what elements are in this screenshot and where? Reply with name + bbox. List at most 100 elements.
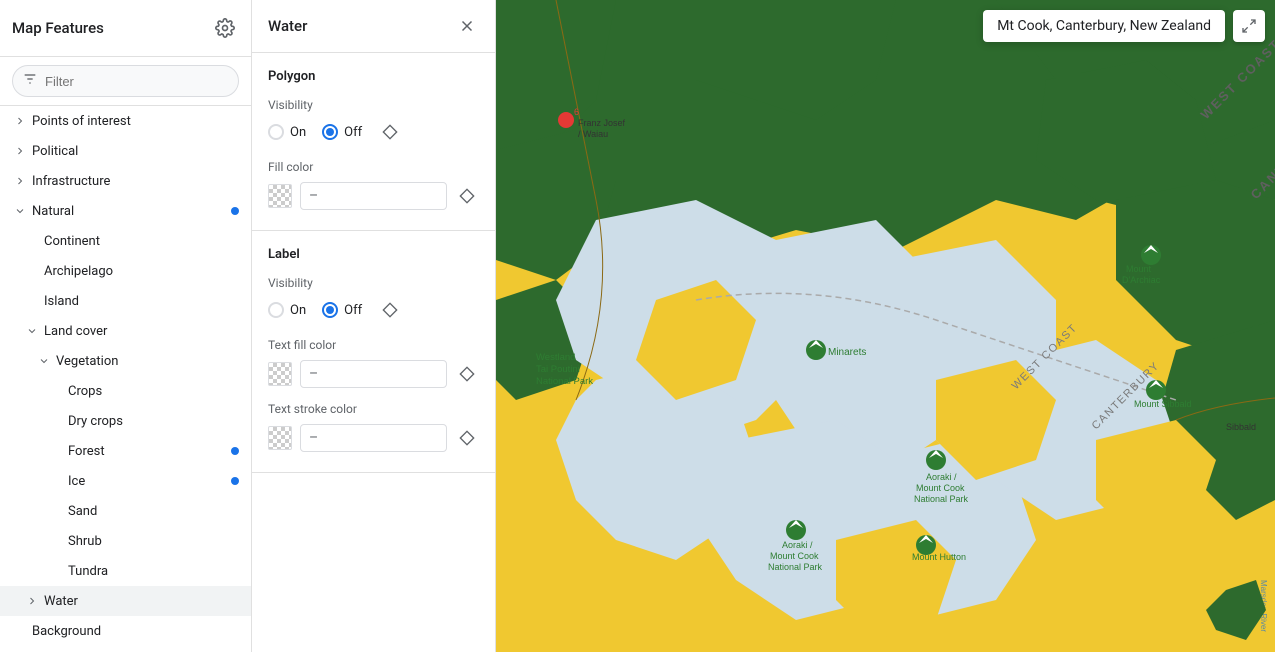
sidebar-item-archipelago[interactable]: Archipelago [0, 256, 251, 286]
radio-circle-off [322, 124, 338, 140]
svg-text:Mount Cook: Mount Cook [770, 551, 819, 561]
text-stroke-row: – [268, 424, 479, 452]
sidebar-item-label: Water [44, 594, 239, 609]
sidebar-item-dry-crops[interactable]: Dry crops [0, 406, 251, 436]
sidebar-item-tundra[interactable]: Tundra [0, 556, 251, 586]
sidebar-item-natural[interactable]: Natural [0, 196, 251, 226]
left-panel: Map Features Points of i [0, 0, 252, 652]
filter-input[interactable] [12, 65, 239, 97]
sidebar-item-forest[interactable]: Forest [0, 436, 251, 466]
svg-text:Westland: Westland [536, 352, 575, 363]
sidebar-item-shrub[interactable]: Shrub [0, 526, 251, 556]
sidebar-item-label: Ice [68, 474, 227, 489]
close-button[interactable] [455, 14, 479, 38]
svg-text:National Park: National Park [536, 376, 593, 387]
text-fill-label: Text fill color [268, 338, 479, 352]
sidebar-item-water[interactable]: Water [0, 586, 251, 616]
mid-panel: Water Polygon Visibility On Off [252, 0, 496, 652]
polygon-visibility-diamond[interactable] [378, 120, 402, 144]
gear-button[interactable] [211, 14, 239, 42]
fill-color-row: – [268, 182, 479, 210]
spacer-icon [48, 503, 64, 519]
radio-on-label: On [290, 125, 306, 140]
text-stroke-diamond[interactable] [455, 426, 479, 450]
label-visibility-label: Visibility [268, 276, 479, 290]
radio-circle-on [268, 302, 284, 318]
sidebar-item-label: Dry crops [68, 414, 239, 429]
sidebar-item-label: Continent [44, 234, 239, 249]
text-fill-value: – [300, 360, 447, 388]
blue-dot [231, 447, 239, 455]
label-section: Label Visibility On Off Text fill color … [252, 231, 495, 473]
sidebar-item-continent[interactable]: Continent [0, 226, 251, 256]
sidebar-item-label: Land cover [44, 324, 239, 339]
label-off-radio[interactable]: Off [322, 302, 362, 318]
svg-text:Mount Cook: Mount Cook [916, 483, 965, 493]
sidebar-item-infrastructure[interactable]: Infrastructure [0, 166, 251, 196]
blue-dot [231, 207, 239, 215]
label-section-title: Label [268, 247, 479, 262]
mid-panel-title: Water [268, 17, 307, 35]
fill-color-value: – [300, 182, 447, 210]
spacer-icon [24, 293, 40, 309]
visibility-label: Visibility [268, 98, 479, 112]
fullscreen-button[interactable] [1233, 10, 1265, 42]
spacer-icon [48, 473, 64, 489]
sidebar-item-political[interactable]: Political [0, 136, 251, 166]
polygon-visibility-row: On Off [268, 120, 479, 144]
label-on-radio[interactable]: On [268, 302, 306, 318]
sidebar-item-label: Vegetation [56, 354, 239, 369]
svg-text:Minarets: Minarets [828, 347, 866, 358]
text-stroke-label: Text stroke color [268, 402, 479, 416]
polygon-section-title: Polygon [268, 69, 479, 84]
polygon-on-radio[interactable]: On [268, 124, 306, 140]
sidebar-item-island[interactable]: Island [0, 286, 251, 316]
filter-icon [22, 71, 38, 91]
svg-text:Sibbald: Sibbald [1226, 422, 1256, 432]
sidebar-item-ice[interactable]: Ice [0, 466, 251, 496]
chevron-down-icon [24, 323, 40, 339]
label-visibility-diamond[interactable] [378, 298, 402, 322]
chevron-right-icon [12, 173, 28, 189]
svg-text:National Park: National Park [768, 562, 823, 572]
sidebar-item-sand[interactable]: Sand [0, 496, 251, 526]
sidebar-item-label: Crops [68, 384, 239, 399]
svg-text:6: 6 [574, 107, 579, 117]
fill-color-diamond[interactable] [455, 184, 479, 208]
left-panel-title: Map Features [12, 19, 104, 37]
text-stroke-swatch[interactable] [268, 426, 292, 450]
filter-wrap [12, 65, 239, 97]
tree-list: Points of interest Political Infrastruct… [0, 106, 251, 652]
polygon-section: Polygon Visibility On Off Fill color – [252, 53, 495, 231]
mid-header: Water [252, 0, 495, 53]
radio-on-label: On [290, 303, 306, 318]
spacer-icon [48, 413, 64, 429]
polygon-off-radio[interactable]: Off [322, 124, 362, 140]
sidebar-item-vegetation[interactable]: Vegetation [0, 346, 251, 376]
text-fill-diamond[interactable] [455, 362, 479, 386]
svg-text:Mount Hutton: Mount Hutton [912, 552, 966, 562]
chevron-right-icon [12, 113, 28, 129]
map-area[interactable]: 6 Franz Josef / Waiau Minarets Westland … [496, 0, 1275, 652]
sidebar-item-land-cover[interactable]: Land cover [0, 316, 251, 346]
blue-dot [231, 477, 239, 485]
spacer-icon [24, 263, 40, 279]
map-search-bar: Mt Cook, Canterbury, New Zealand [983, 10, 1225, 42]
sidebar-item-label: Island [44, 294, 239, 309]
svg-text:Mount Sibbald: Mount Sibbald [1134, 399, 1192, 409]
chevron-right-icon [24, 593, 40, 609]
sidebar-item-background[interactable]: Background [0, 616, 251, 646]
label-visibility-row: On Off [268, 298, 479, 322]
text-fill-row: – [268, 360, 479, 388]
svg-text:Franz Josef: Franz Josef [578, 118, 626, 128]
sidebar-item-label: Natural [32, 204, 227, 219]
sidebar-item-crops[interactable]: Crops [0, 376, 251, 406]
svg-text:Tai Poutini: Tai Poutini [536, 364, 580, 375]
fill-color-label: Fill color [268, 160, 479, 174]
fill-color-swatch[interactable] [268, 184, 292, 208]
text-fill-swatch[interactable] [268, 362, 292, 386]
filter-bar [0, 57, 251, 106]
svg-text:National Park: National Park [914, 494, 969, 504]
sidebar-item-points-of-interest[interactable]: Points of interest [0, 106, 251, 136]
spacer-icon [48, 443, 64, 459]
